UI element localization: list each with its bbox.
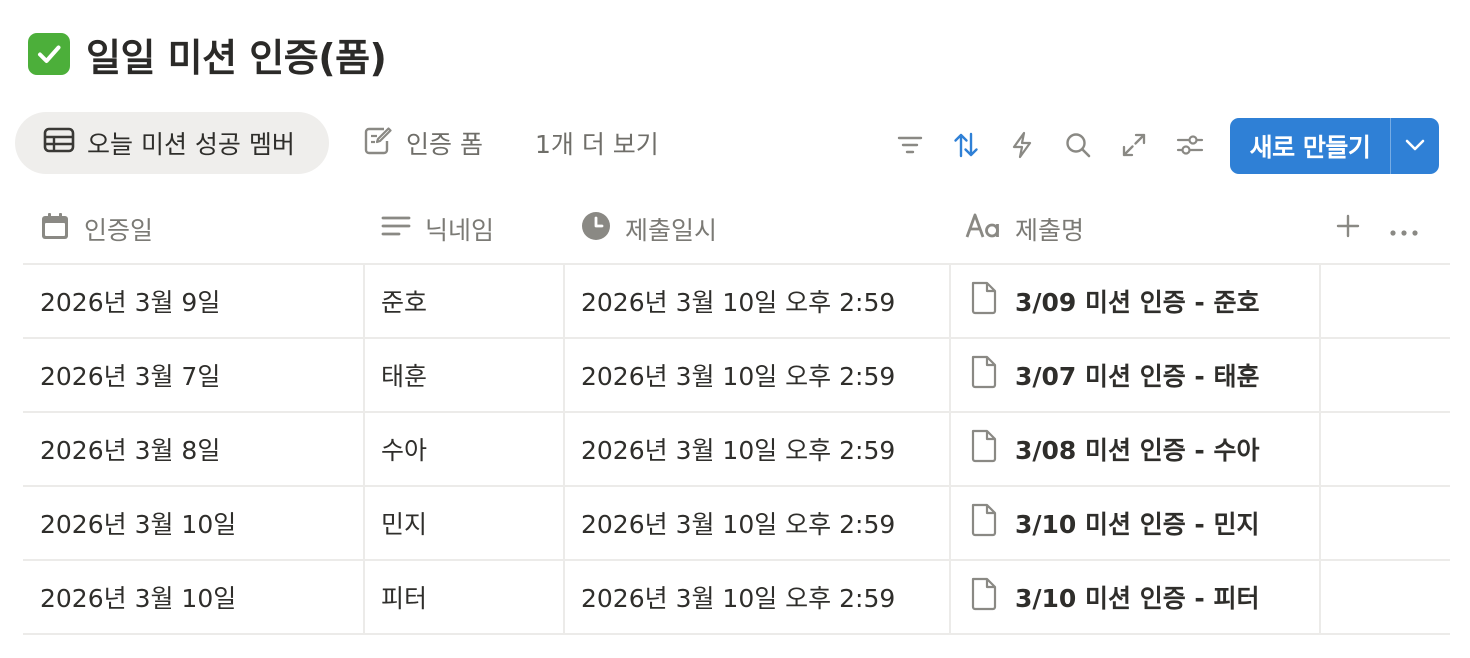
page-document-icon — [969, 428, 999, 470]
column-divider — [563, 339, 565, 413]
page-title-link[interactable]: 3/10 미션 인증 - 민지 — [1015, 505, 1260, 541]
column-divider — [1319, 413, 1321, 487]
form-edit-icon — [362, 124, 394, 162]
cell-submission-name[interactable]: 3/10 미션 인증 - 민지 — [969, 487, 1319, 559]
white-check-mark-icon — [28, 33, 70, 75]
column-divider — [363, 339, 365, 413]
column-divider — [563, 561, 565, 635]
view-toolbar: 오늘 미션 성공 멤버 인증 폼 1개 더 보기 새로 만들기 — [0, 110, 1470, 176]
column-header-label: 제출일시 — [625, 216, 718, 245]
cell-nickname[interactable]: 수아 — [381, 413, 563, 485]
view-tab-form[interactable]: 인증 폼 — [362, 112, 483, 174]
page-document-icon — [969, 280, 999, 322]
search-icon[interactable] — [1063, 130, 1093, 160]
database-table: 인증일 닉네임 제출일시 제출명 2026년 3월 9일 준호 2026년 3월… — [23, 193, 1450, 635]
table-view-icon — [43, 127, 75, 159]
column-divider — [563, 413, 565, 487]
page-title: 일일 미션 인증(폼) — [86, 35, 387, 80]
cell-date[interactable]: 2026년 3월 10일 — [40, 561, 364, 633]
column-divider — [563, 265, 565, 339]
cell-submitted-at[interactable]: 2026년 3월 10일 오후 2:59 — [581, 265, 949, 337]
column-header-nickname[interactable]: 닉네임 — [381, 193, 494, 265]
column-header-label: 제출명 — [1015, 216, 1085, 245]
cell-submission-name[interactable]: 3/10 미션 인증 - 피터 — [969, 561, 1319, 633]
more-views-label: 1개 더 보기 — [535, 130, 659, 159]
cell-date[interactable]: 2026년 3월 7일 — [40, 339, 364, 411]
more-views-button[interactable]: 1개 더 보기 — [535, 112, 659, 174]
column-divider — [1319, 561, 1321, 635]
page-document-icon — [969, 502, 999, 544]
page-title-link[interactable]: 3/09 미션 인증 - 준호 — [1015, 283, 1260, 319]
text-lines-icon — [381, 214, 411, 244]
column-divider — [1319, 265, 1321, 339]
chevron-down-icon — [1404, 137, 1426, 156]
column-header-date[interactable]: 인증일 — [40, 193, 153, 265]
column-divider — [363, 413, 365, 487]
cell-submission-name[interactable]: 3/07 미션 인증 - 태훈 — [969, 339, 1319, 411]
table-row[interactable]: 2026년 3월 8일 수아 2026년 3월 10일 오후 2:59 3/08… — [23, 413, 1450, 487]
cell-submitted-at[interactable]: 2026년 3월 10일 오후 2:59 — [581, 339, 949, 411]
table-header: 인증일 닉네임 제출일시 제출명 — [23, 193, 1450, 265]
table-row[interactable]: 2026년 3월 10일 민지 2026년 3월 10일 오후 2:59 3/1… — [23, 487, 1450, 561]
calendar-icon — [40, 211, 70, 247]
view-tab-today-members[interactable]: 오늘 미션 성공 멤버 — [15, 112, 329, 174]
view-tab-label: 인증 폼 — [406, 130, 483, 159]
view-tab-label: 오늘 미션 성공 멤버 — [87, 130, 295, 159]
column-header-submitted-at[interactable]: 제출일시 — [581, 193, 717, 265]
page-title-row: 일일 미션 인증(폼) — [28, 24, 387, 84]
page-document-icon — [969, 576, 999, 618]
filter-icon[interactable] — [895, 130, 925, 160]
cell-nickname[interactable]: 준호 — [381, 265, 563, 337]
cell-nickname[interactable]: 태훈 — [381, 339, 563, 411]
clock-icon — [581, 211, 611, 247]
column-divider — [949, 413, 951, 487]
cell-date[interactable]: 2026년 3월 9일 — [40, 265, 364, 337]
column-divider — [949, 265, 951, 339]
cell-nickname[interactable]: 민지 — [381, 487, 563, 559]
new-button-group: 새로 만들기 — [1230, 118, 1439, 174]
column-header-submission-name[interactable]: 제출명 — [965, 193, 1084, 265]
cell-submitted-at[interactable]: 2026년 3월 10일 오후 2:59 — [581, 561, 949, 633]
aa-title-icon — [965, 212, 1001, 246]
column-divider — [363, 265, 365, 339]
column-header-label: 닉네임 — [425, 216, 495, 245]
new-button[interactable]: 새로 만들기 — [1230, 128, 1390, 164]
cell-submitted-at[interactable]: 2026년 3월 10일 오후 2:59 — [581, 413, 949, 485]
cell-submitted-at[interactable]: 2026년 3월 10일 오후 2:59 — [581, 487, 949, 559]
page-title-link[interactable]: 3/10 미션 인증 - 피터 — [1015, 579, 1260, 615]
plus-icon — [1335, 213, 1361, 245]
automation-lightning-icon[interactable] — [1007, 130, 1037, 160]
more-horizontal-icon — [1389, 215, 1419, 244]
cell-submission-name[interactable]: 3/09 미션 인증 - 준호 — [969, 265, 1319, 337]
column-divider — [949, 487, 951, 561]
add-property-button[interactable] — [1335, 193, 1361, 265]
table-row[interactable]: 2026년 3월 10일 피터 2026년 3월 10일 오후 2:59 3/1… — [23, 561, 1450, 635]
column-divider — [563, 487, 565, 561]
column-divider — [1319, 339, 1321, 413]
table-row[interactable]: 2026년 3월 9일 준호 2026년 3월 10일 오후 2:59 3/09… — [23, 265, 1450, 339]
table-row[interactable]: 2026년 3월 7일 태훈 2026년 3월 10일 오후 2:59 3/07… — [23, 339, 1450, 413]
cell-submission-name[interactable]: 3/08 미션 인증 - 수아 — [969, 413, 1319, 485]
page-title-link[interactable]: 3/08 미션 인증 - 수아 — [1015, 431, 1260, 467]
column-divider — [1319, 487, 1321, 561]
new-options-button[interactable] — [1391, 118, 1439, 174]
expand-icon[interactable] — [1119, 130, 1149, 160]
column-divider — [363, 487, 365, 561]
cell-date[interactable]: 2026년 3월 10일 — [40, 487, 364, 559]
cell-date[interactable]: 2026년 3월 8일 — [40, 413, 364, 485]
column-divider — [949, 561, 951, 635]
sort-icon[interactable] — [951, 130, 981, 160]
settings-sliders-icon[interactable] — [1175, 130, 1205, 160]
page-document-icon — [969, 354, 999, 396]
table-more-options-button[interactable] — [1389, 193, 1419, 265]
column-divider — [949, 339, 951, 413]
column-header-label: 인증일 — [84, 216, 154, 245]
page-title-link[interactable]: 3/07 미션 인증 - 태훈 — [1015, 357, 1260, 393]
cell-nickname[interactable]: 피터 — [381, 561, 563, 633]
column-divider — [363, 561, 365, 635]
